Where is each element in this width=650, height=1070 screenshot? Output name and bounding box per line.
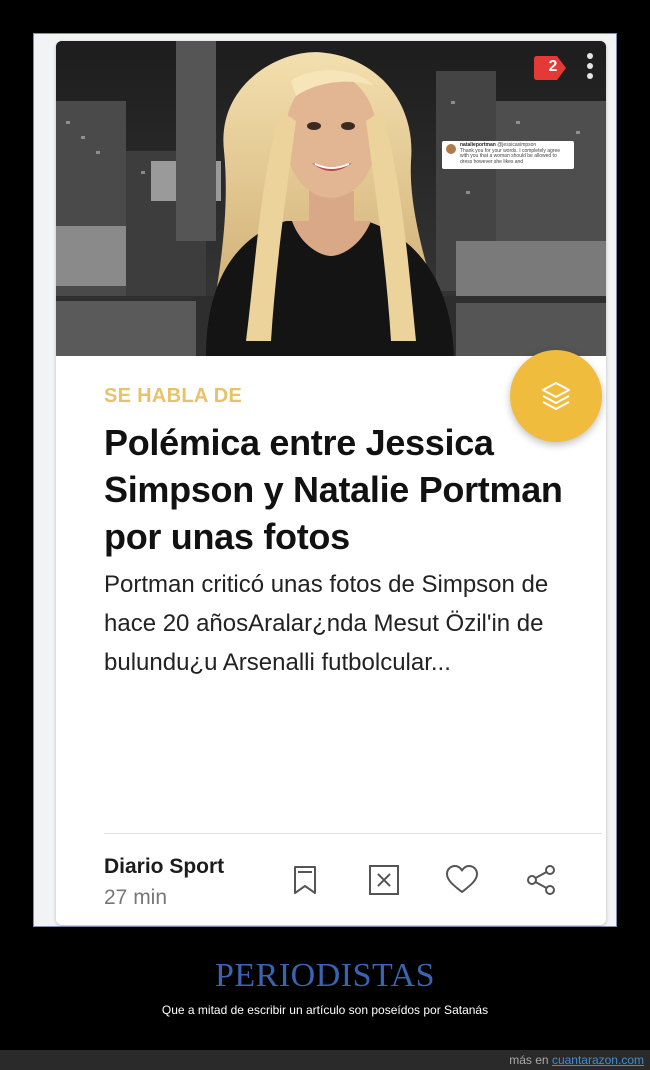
article-summary: Portman criticó unas fotos de Simpson de… [104, 571, 549, 676]
more-options-icon[interactable] [582, 53, 598, 83]
divider [104, 833, 602, 834]
hero-photo [56, 41, 606, 356]
section-kicker: SE HABLA DE [104, 385, 243, 407]
article-headline[interactable]: Polémica entre Jessica Simpson y Natalie… [104, 419, 574, 560]
footer-credit: más en cuantarazon.com [509, 1053, 644, 1067]
notification-count: 2 [548, 58, 558, 75]
close-box-icon[interactable] [367, 863, 401, 897]
article-image[interactable]: natalieportman @jessicasimpson Thank you… [56, 41, 606, 356]
bookmark-icon[interactable] [288, 863, 322, 897]
screenshot-frame: natalieportman @jessicasimpson Thank you… [33, 33, 617, 927]
heart-icon[interactable] [445, 863, 479, 897]
footer-prefix: más en [509, 1053, 549, 1067]
footer-link[interactable]: cuantarazon.com [552, 1053, 644, 1067]
instagram-post-overlay: natalieportman @jessicasimpson Thank you… [442, 141, 574, 169]
layers-icon [542, 382, 570, 410]
caption-title: PERIODISTAS [214, 957, 436, 994]
ig-text: Thank you for your words. I completely a… [460, 147, 561, 165]
caption-subtitle: Que a mitad de escribir un artículo son … [161, 1003, 489, 1017]
share-icon[interactable] [524, 863, 558, 897]
publish-time: 27 min [104, 886, 168, 909]
source-name[interactable]: Diario Sport [104, 855, 224, 879]
news-card[interactable]: natalieportman @jessicasimpson Thank you… [56, 41, 606, 925]
avatar [446, 144, 456, 154]
